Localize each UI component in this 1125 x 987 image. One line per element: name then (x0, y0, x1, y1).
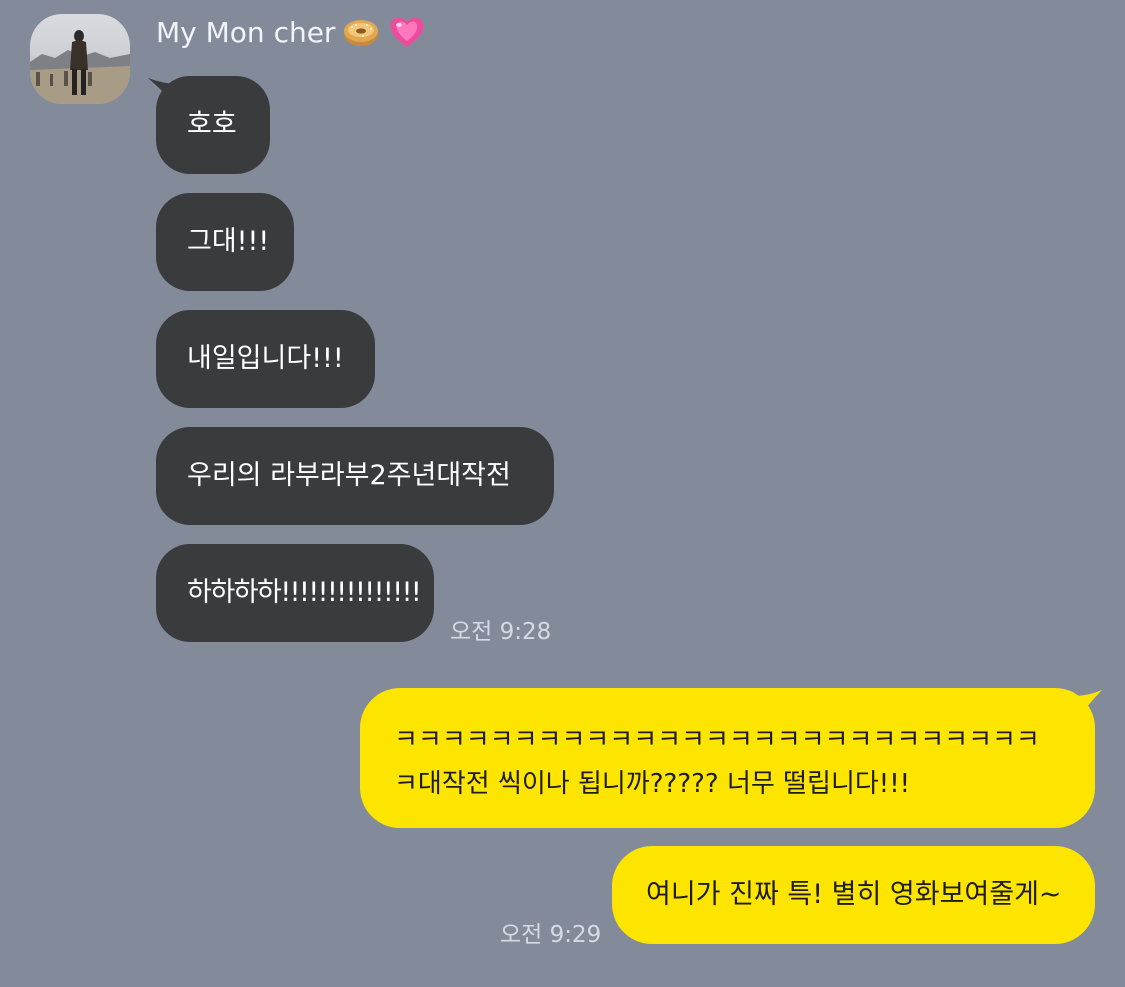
sender-name-row: My Mon cher (156, 12, 427, 52)
incoming-message[interactable]: 내일입니다!!! (156, 310, 375, 408)
pink-heart-icon (387, 12, 427, 52)
message-timestamp: 오전 9:29 (500, 922, 602, 948)
outgoing-message[interactable]: 여니가 진짜 특! 별히 영화보여줄게~ (612, 846, 1095, 944)
message-timestamp: 오전 9:28 (450, 619, 552, 645)
incoming-message[interactable]: 호호 (156, 76, 270, 174)
incoming-message[interactable]: 하하하하!!!!!!!!!!!!!!! (156, 544, 434, 642)
incoming-message[interactable]: 그대!!! (156, 193, 294, 291)
incoming-message[interactable]: 우리의 라부라부2주년대작전 (156, 427, 554, 525)
outgoing-message[interactable]: ㅋㅋㅋㅋㅋㅋㅋㅋㅋㅋㅋㅋㅋㅋㅋㅋㅋㅋㅋㅋㅋㅋㅋㅋㅋㅋㅋㅋ대작전 씩이나 됩니까?… (360, 688, 1095, 828)
profile-photo (30, 30, 130, 104)
sender-name: My Mon cher (156, 15, 336, 49)
avatar[interactable] (30, 14, 130, 104)
bagel-icon (341, 12, 381, 52)
